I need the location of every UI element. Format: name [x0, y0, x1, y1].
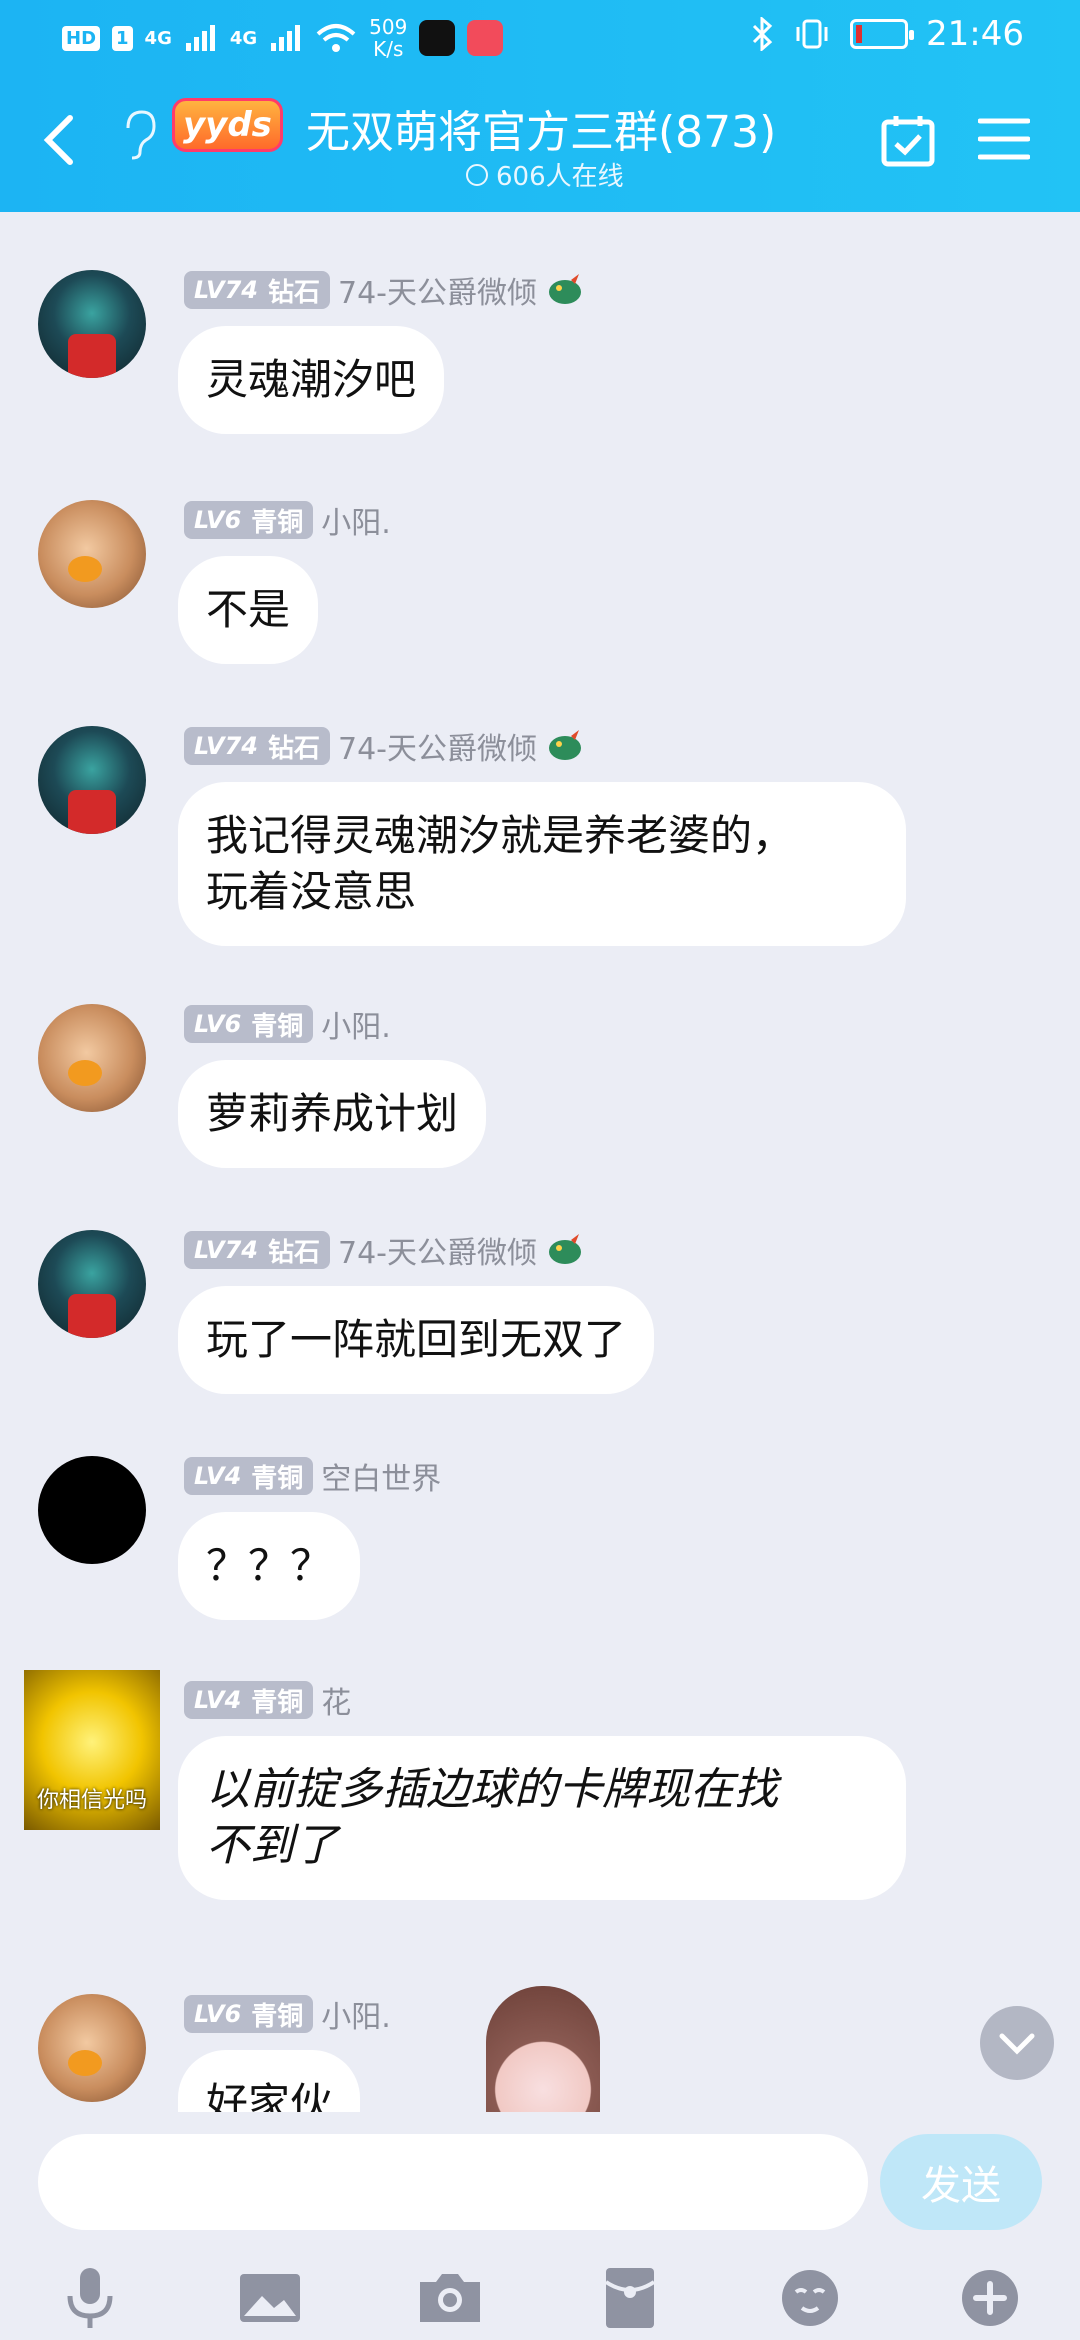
avatar[interactable] — [38, 270, 146, 378]
sim-badge: 1 — [112, 25, 133, 51]
sender-name[interactable]: 74-天公爵微倾 — [338, 724, 537, 768]
avatar[interactable] — [38, 726, 146, 834]
chevron-down-icon — [999, 2033, 1035, 2055]
input-bar: 发送 — [0, 2112, 1080, 2340]
back-arrow-icon[interactable] — [38, 112, 82, 168]
camera-icon[interactable] — [414, 2262, 486, 2334]
send-button[interactable]: 发送 — [880, 2134, 1042, 2230]
bluetooth-icon — [752, 17, 773, 51]
signal-bars-icon — [185, 25, 215, 51]
signal-label-1: 4G — [144, 27, 172, 49]
status-bar: HD 1 4G 4G 509 K/s 21:46 — [0, 0, 1080, 72]
avatar[interactable] — [38, 1456, 146, 1564]
sender-name[interactable]: 74-天公爵微倾 — [338, 268, 537, 312]
microphone-icon[interactable] — [54, 2262, 126, 2334]
red-packet-icon[interactable] — [594, 2262, 666, 2334]
hd-badge: HD — [62, 25, 101, 51]
tiktok-icon — [419, 20, 456, 56]
image-icon[interactable] — [234, 2262, 306, 2334]
level-badge: LV74 钻石 — [184, 271, 330, 309]
signal-label-2: 4G — [229, 27, 258, 49]
level-badge: LV6 青铜 — [184, 501, 314, 539]
level-badge: LV6 青铜 — [184, 1005, 314, 1043]
message-bubble[interactable]: 以前掟多插边球的卡牌现在找 不到了 — [178, 1736, 906, 1900]
battery-icon — [850, 19, 915, 49]
level-badge: LV4 青铜 — [184, 1457, 314, 1495]
plus-icon[interactable] — [954, 2262, 1026, 2334]
avatar[interactable]: 你相信光吗 — [24, 1670, 160, 1830]
calendar-checkin-icon[interactable] — [880, 112, 936, 168]
wifi-icon — [316, 24, 356, 52]
level-badge: LV6 青铜 — [184, 1995, 314, 2033]
sender-name[interactable]: 小阳. — [321, 1002, 391, 1046]
sender-name[interactable]: 小阳. — [321, 1992, 391, 2036]
ear-mode-icon[interactable] — [118, 106, 158, 162]
group-badge: yyds — [172, 98, 283, 152]
emoji-icon[interactable] — [774, 2262, 846, 2334]
message-bubble[interactable]: 萝莉养成计划 — [178, 1060, 487, 1168]
online-check-icon — [466, 163, 488, 186]
level-badge: LV4 青铜 — [184, 1681, 314, 1719]
avatar[interactable] — [38, 500, 146, 608]
dragon-badge-icon — [548, 274, 581, 304]
vibrate-icon — [796, 19, 828, 49]
clock: 21:46 — [926, 14, 1024, 54]
level-badge: LV74 钻石 — [184, 1231, 330, 1269]
dragon-badge-icon — [548, 730, 581, 760]
group-title[interactable]: 无双萌将官方三群(873) — [306, 96, 776, 160]
network-speed: 509 K/s — [369, 15, 408, 61]
dragon-badge-icon — [548, 1234, 581, 1264]
book-app-icon — [467, 20, 504, 56]
avatar[interactable] — [38, 1994, 146, 2102]
message-bubble[interactable]: 不是 — [178, 556, 319, 664]
sender-name[interactable]: 74-天公爵微倾 — [338, 1228, 537, 1272]
message-input[interactable] — [38, 2134, 868, 2230]
message-bubble[interactable]: 好家伙 — [178, 2050, 361, 2112]
menu-icon[interactable] — [978, 116, 1030, 162]
message-bubble[interactable]: 我记得灵魂潮汐就是养老婆的， 玩着没意思 — [178, 782, 906, 946]
avatar[interactable] — [38, 1004, 146, 1112]
sender-name[interactable]: 小阳. — [321, 498, 391, 542]
chat-header: yyds 无双萌将官方三群(873) 606人在线 — [0, 84, 1080, 194]
message-bubble[interactable]: ？？？ — [178, 1512, 361, 1620]
online-count: 606人在线 — [466, 156, 624, 193]
sender-name[interactable]: 花 — [321, 1678, 351, 1722]
toolbar — [0, 2262, 1080, 2340]
level-badge: LV74 钻石 — [184, 727, 330, 765]
top-bar: HD 1 4G 4G 509 K/s 21:46 yyds 无双萌将官方三群(8… — [0, 0, 1080, 212]
message-bubble[interactable]: 灵魂潮汐吧 — [178, 326, 445, 434]
message-list[interactable]: LV74 钻石 74-天公爵微倾 灵魂潮汐吧 LV6 青铜 小阳. 不是 LV74 钻… — [0, 212, 1080, 2112]
avatar[interactable] — [38, 1230, 146, 1338]
sender-name[interactable]: 空白世界 — [321, 1454, 441, 1498]
signal-bars-icon — [271, 25, 301, 51]
scroll-to-bottom-button[interactable] — [980, 2006, 1054, 2080]
message-bubble[interactable]: 玩了一阵就回到无双了 — [178, 1286, 655, 1394]
avatar-caption: 你相信光吗 — [36, 1788, 147, 1813]
